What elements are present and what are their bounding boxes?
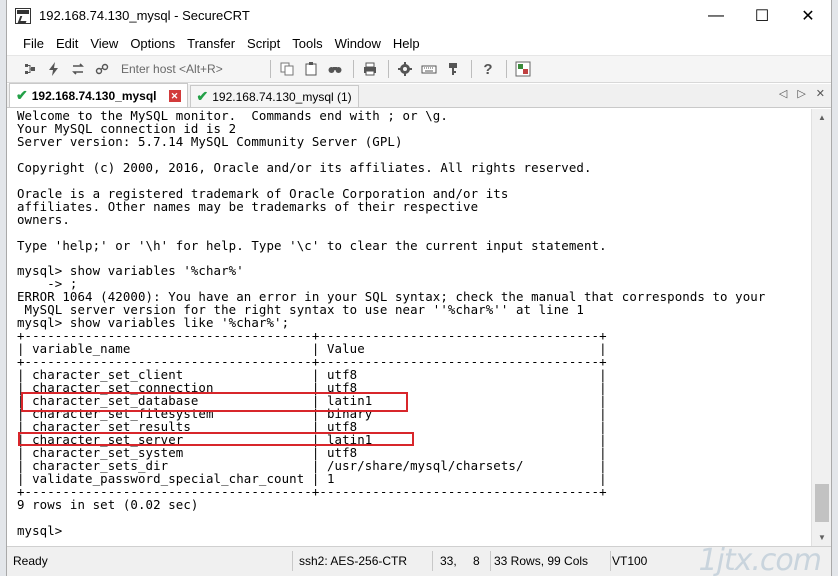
reconnect-icon[interactable] xyxy=(67,58,89,80)
tab-prev-icon[interactable]: ◁ xyxy=(779,87,787,100)
status-cursor-col: 8 xyxy=(473,554,480,568)
menu-bar: File Edit View Options Transfer Script T… xyxy=(7,31,831,55)
menu-help[interactable]: Help xyxy=(387,36,426,51)
status-ready: Ready xyxy=(13,554,48,568)
toolbar-separator xyxy=(353,60,354,78)
status-protocol: ssh2: AES-256-CTR xyxy=(299,554,408,568)
copy-icon[interactable] xyxy=(276,58,298,80)
toolbar-separator xyxy=(388,60,389,78)
status-terminal-type: VT100 xyxy=(612,554,648,568)
tab-close-icon[interactable]: ✕ xyxy=(168,89,181,102)
securecrt-window: 192.168.74.130_mysql - SecureCRT — ☐ ✕ F… xyxy=(6,0,832,576)
key-icon[interactable] xyxy=(442,58,464,80)
enter-host-input[interactable] xyxy=(115,59,263,79)
toolbar-separator xyxy=(506,60,507,78)
terminal-line: owners. xyxy=(17,211,70,227)
tab-label: 192.168.74.130_mysql xyxy=(31,88,157,103)
terminal-line: affiliates. Other names may be trademark… xyxy=(17,198,479,214)
terminal-line: mysql> xyxy=(17,522,70,538)
status-divider xyxy=(432,551,433,571)
securecrt-app-icon[interactable] xyxy=(15,7,31,24)
menu-edit[interactable]: Edit xyxy=(50,36,84,51)
tab-session-1[interactable]: ✔ 192.168.74.130_mysql ✕ xyxy=(9,83,188,107)
terminal-output[interactable]: Welcome to the MySQL monitor. Commands e… xyxy=(17,109,765,538)
status-divider xyxy=(490,551,491,571)
scroll-thumb[interactable] xyxy=(815,484,829,522)
status-size: 33 Rows, 99 Cols xyxy=(494,554,589,568)
toolbar-separator xyxy=(471,60,472,78)
status-divider xyxy=(610,551,611,571)
toolbar: ? xyxy=(7,55,831,83)
terminal-line: Server version: 5.7.14 MySQL Community S… xyxy=(17,133,403,149)
tab-label: 192.168.74.130_mysql (1) xyxy=(212,89,352,104)
menu-script[interactable]: Script xyxy=(241,36,286,51)
menu-transfer[interactable]: Transfer xyxy=(181,36,241,51)
menu-tools[interactable]: Tools xyxy=(286,36,328,51)
maximize-button[interactable]: ☐ xyxy=(739,0,785,31)
menu-view[interactable]: View xyxy=(84,36,124,51)
terminal-line: Copyright (c) 2000, 2016, Oracle and/or … xyxy=(17,159,592,175)
keymap-icon[interactable] xyxy=(418,58,440,80)
highlight-server-row xyxy=(18,432,414,446)
title-bar[interactable]: 192.168.74.130_mysql - SecureCRT — ☐ ✕ xyxy=(7,0,831,31)
terminal-view[interactable]: Welcome to the MySQL monitor. Commands e… xyxy=(7,109,811,546)
terminal-scrollbar[interactable]: ▲ ▼ xyxy=(811,109,831,546)
status-bar: Ready ssh2: AES-256-CTR 33, 8 33 Rows, 9… xyxy=(7,543,831,576)
find-icon[interactable] xyxy=(324,58,346,80)
quick-connect-icon[interactable] xyxy=(43,58,65,80)
connect-icon[interactable] xyxy=(19,58,41,80)
window-title: 192.168.74.130_mysql - SecureCRT xyxy=(39,8,250,23)
window-controls: — ☐ ✕ xyxy=(693,0,831,31)
session-tab-bar: ✔ 192.168.74.130_mysql ✕ ✔ 192.168.74.13… xyxy=(7,83,831,108)
menu-window[interactable]: Window xyxy=(329,36,387,51)
close-button[interactable]: ✕ xyxy=(785,0,831,31)
minimize-button[interactable]: — xyxy=(693,0,739,31)
connected-check-icon: ✔ xyxy=(196,88,209,104)
menu-options[interactable]: Options xyxy=(124,36,181,51)
highlight-database-row xyxy=(21,392,408,412)
tab-close-all-icon[interactable]: ✕ xyxy=(816,87,825,100)
terminal-line: 9 rows in set (0.02 sec) xyxy=(17,496,199,512)
status-cursor-row: 33, xyxy=(440,554,457,568)
sftp-icon[interactable] xyxy=(512,58,534,80)
terminal-line: mysql> show variables '%char%' xyxy=(17,263,244,279)
connected-check-icon: ✔ xyxy=(16,87,28,103)
print-icon[interactable] xyxy=(359,58,381,80)
disconnect-icon[interactable] xyxy=(91,58,113,80)
toolbar-separator xyxy=(270,60,271,78)
terminal-line: Type 'help;' or '\h' for help. Type '\c'… xyxy=(17,237,607,253)
background-right-edge xyxy=(832,0,838,576)
tab-navigation: ◁ ▷ ✕ xyxy=(779,87,825,100)
tab-session-2[interactable]: ✔ 192.168.74.130_mysql (1) xyxy=(189,85,359,107)
watermark-text: 1jtx.com xyxy=(698,543,822,576)
menu-file[interactable]: File xyxy=(17,36,50,51)
scroll-up-arrow-icon[interactable]: ▲ xyxy=(812,109,832,126)
settings-icon[interactable] xyxy=(394,58,416,80)
paste-icon[interactable] xyxy=(300,58,322,80)
status-divider xyxy=(292,551,293,571)
tab-next-icon[interactable]: ▷ xyxy=(797,87,805,100)
help-icon[interactable]: ? xyxy=(477,58,499,80)
